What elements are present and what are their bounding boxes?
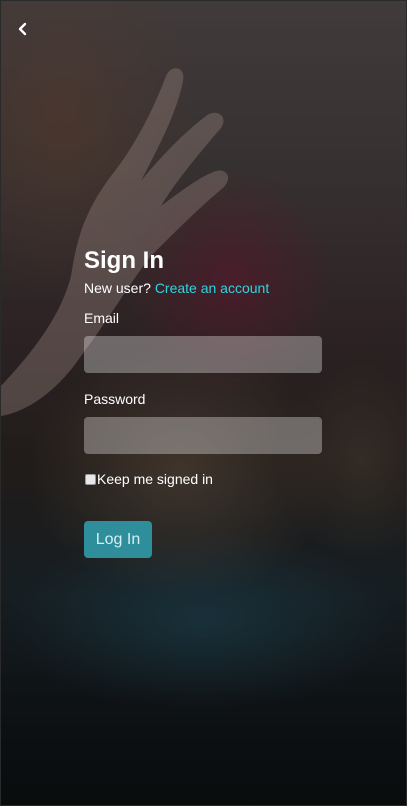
- login-button[interactable]: Log In: [84, 521, 152, 558]
- back-button[interactable]: [11, 17, 35, 41]
- remember-me-label: Keep me signed in: [97, 471, 213, 487]
- new-user-prompt: New user? Create an account: [84, 279, 324, 297]
- email-field[interactable]: [84, 336, 322, 373]
- email-label: Email: [84, 310, 120, 326]
- sign-in-screen: Sign In New user? Create an account Emai…: [0, 0, 407, 806]
- create-account-link[interactable]: Create an account: [155, 280, 269, 296]
- password-field[interactable]: [84, 417, 322, 454]
- remember-me-checkbox[interactable]: [85, 473, 96, 485]
- sign-in-form: Sign In New user? Create an account Emai…: [84, 246, 324, 558]
- remember-me-row: Keep me signed in: [84, 470, 324, 488]
- password-label: Password: [84, 391, 146, 407]
- new-user-text: New user?: [84, 280, 151, 296]
- page-title: Sign In: [84, 247, 164, 274]
- chevron-left-icon: [18, 22, 27, 36]
